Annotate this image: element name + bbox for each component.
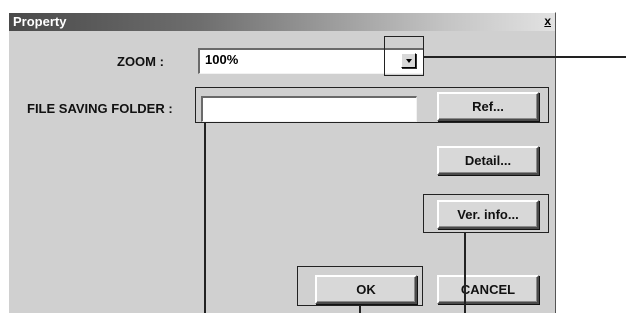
leader-line-folder <box>204 123 206 313</box>
chevron-down-icon <box>405 58 412 63</box>
folder-label: FILE SAVING FOLDER : <box>27 101 173 116</box>
folder-path-input[interactable] <box>201 96 417 122</box>
zoom-value: 100% <box>205 52 239 67</box>
close-button[interactable]: x <box>544 14 551 29</box>
zoom-select[interactable]: 100% <box>198 48 424 74</box>
leader-line-ok <box>359 306 361 313</box>
ok-button[interactable]: OK <box>315 275 417 304</box>
ref-button[interactable]: Ref... <box>437 92 539 121</box>
leader-line-version <box>464 233 466 313</box>
leader-line-dropdown <box>424 56 626 58</box>
title-bar: Property x <box>9 13 555 31</box>
cancel-button[interactable]: CANCEL <box>437 275 539 304</box>
version-info-button[interactable]: Ver. info... <box>437 200 539 229</box>
detail-button[interactable]: Detail... <box>437 146 539 175</box>
zoom-dropdown-button[interactable] <box>401 53 416 68</box>
dialog-title: Property <box>13 14 67 29</box>
zoom-label: ZOOM : <box>117 54 164 69</box>
